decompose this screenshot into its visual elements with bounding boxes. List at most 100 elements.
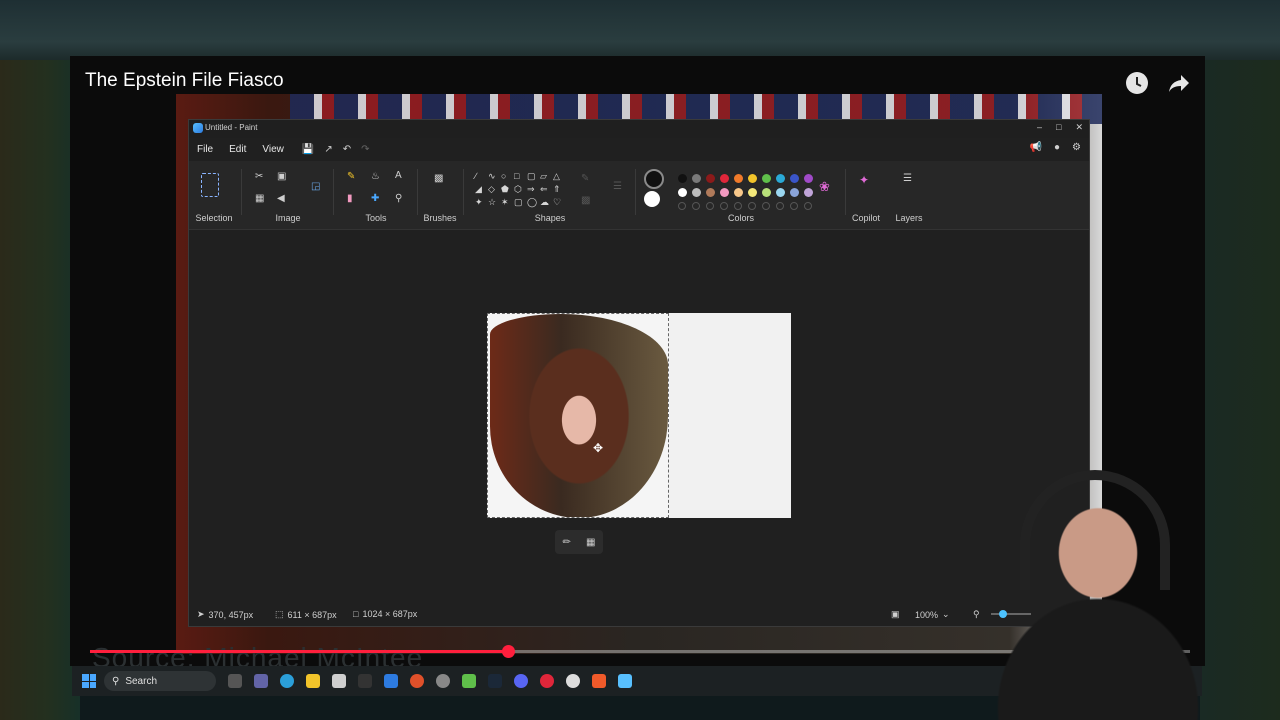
clock-icon[interactable] — [1124, 70, 1150, 96]
app-icon[interactable] — [410, 674, 424, 688]
teams-icon[interactable] — [254, 674, 268, 688]
selection-group[interactable]: Selection — [189, 169, 239, 225]
windows-start-icon[interactable] — [82, 674, 96, 688]
color-swatch[interactable] — [733, 173, 743, 183]
callout-cloud-shape-icon[interactable]: ☁ — [540, 197, 553, 210]
six-star-shape-icon[interactable]: ✶ — [501, 197, 514, 210]
brush-icon[interactable]: ▩ — [434, 173, 443, 184]
app-icon[interactable] — [384, 674, 398, 688]
size-icon[interactable]: ☰ — [613, 181, 622, 192]
heart-shape-icon[interactable]: ♡ — [553, 197, 566, 210]
copilot-group[interactable]: ✦ Copilot — [847, 169, 885, 225]
custom-color-slot[interactable] — [720, 202, 728, 210]
remove-background-icon[interactable]: ✏ — [563, 537, 571, 548]
outline-icon[interactable]: ✎ — [581, 173, 589, 184]
color-swatch[interactable] — [705, 173, 715, 183]
color-swatch[interactable] — [705, 187, 715, 197]
crop-icon[interactable]: ✂ — [255, 171, 263, 182]
task-view-icon[interactable] — [228, 674, 242, 688]
rounded-rect-shape-icon[interactable]: ▢ — [527, 171, 540, 184]
right-triangle-shape-icon[interactable]: ◢ — [475, 184, 488, 197]
share-icon[interactable] — [1166, 70, 1192, 96]
color-swatch[interactable] — [747, 173, 757, 183]
polygon-shape-icon[interactable]: ▱ — [540, 171, 553, 184]
brave-icon[interactable] — [592, 674, 606, 688]
color-swatch[interactable] — [761, 173, 771, 183]
minimize-icon[interactable]: – — [1037, 122, 1042, 133]
chrome-icon[interactable] — [566, 674, 580, 688]
selection-box[interactable]: ✥ — [487, 313, 669, 518]
color-picker-icon[interactable]: ✚ — [371, 193, 379, 204]
file-explorer-icon[interactable] — [306, 674, 320, 688]
rectangle-shape-icon[interactable]: □ — [514, 171, 527, 184]
custom-color-slot[interactable] — [678, 202, 686, 210]
settings-gear-icon[interactable]: ⚙ — [1072, 142, 1081, 153]
resize-icon[interactable]: ▣ — [277, 171, 286, 182]
share-file-icon[interactable]: ↗ — [324, 144, 332, 155]
xbox-icon[interactable] — [462, 674, 476, 688]
custom-color-slot[interactable] — [776, 202, 784, 210]
custom-color-slot[interactable] — [706, 202, 714, 210]
layers-icon[interactable]: ☰ — [903, 173, 912, 184]
edit-colors-icon[interactable]: ❀ — [819, 179, 830, 195]
arrow-up-shape-icon[interactable]: ⇑ — [553, 184, 566, 197]
epic-games-icon[interactable] — [358, 674, 372, 688]
account-icon[interactable]: ● — [1054, 142, 1060, 153]
title-bar[interactable]: Untitled - Paint – □ ✕ — [189, 120, 1089, 138]
menu-edit[interactable]: Edit — [221, 144, 254, 155]
five-star-shape-icon[interactable]: ☆ — [488, 197, 501, 210]
close-icon[interactable]: ✕ — [1075, 122, 1083, 133]
color-swatch[interactable] — [691, 187, 701, 197]
color-swatch[interactable] — [761, 187, 771, 197]
fit-to-window-icon[interactable]: ▣ — [891, 609, 900, 620]
shapes-gallery[interactable]: ∕ ∿ ○ □ ▢ ▱ △ ◢ ◇ ⬟ ⬡ ⇒ ⇐ ⇑ ✦ ☆ ✶ ▢ ◯ ☁ — [475, 171, 566, 210]
arrow-left-shape-icon[interactable]: ⇐ — [540, 184, 553, 197]
brushes-group[interactable]: ▩ Brushes — [421, 169, 459, 225]
image-creator-icon[interactable]: ◲ — [311, 181, 320, 192]
color-swatch[interactable] — [789, 187, 799, 197]
secondary-color-swatch[interactable] — [644, 191, 660, 207]
custom-color-slot[interactable] — [804, 202, 812, 210]
canvas[interactable]: ✥ — [487, 313, 791, 518]
color-swatch[interactable] — [775, 173, 785, 183]
color-swatch[interactable] — [789, 173, 799, 183]
custom-color-slot[interactable] — [748, 202, 756, 210]
callout-rect-shape-icon[interactable]: ▢ — [514, 197, 527, 210]
magnifier-icon[interactable]: ⚲ — [395, 193, 402, 204]
color-swatch[interactable] — [677, 173, 687, 183]
save-icon[interactable]: 💾 — [302, 144, 314, 155]
oval-shape-icon[interactable]: ○ — [501, 171, 514, 184]
rotate-icon[interactable]: ◀ — [277, 193, 285, 204]
layers-group[interactable]: ☰ Layers — [889, 169, 929, 225]
callout-oval-shape-icon[interactable]: ◯ — [527, 197, 540, 210]
curve-shape-icon[interactable]: ∿ — [488, 171, 501, 184]
color-swatch[interactable] — [747, 187, 757, 197]
edge-icon[interactable] — [280, 674, 294, 688]
color-swatch[interactable] — [775, 187, 785, 197]
color-swatch[interactable] — [803, 187, 813, 197]
color-swatch[interactable] — [719, 173, 729, 183]
diamond-shape-icon[interactable]: ◇ — [488, 184, 501, 197]
media-player-icon[interactable] — [540, 674, 554, 688]
color-swatch[interactable] — [691, 173, 701, 183]
custom-color-slot[interactable] — [790, 202, 798, 210]
video-progress-handle[interactable] — [502, 645, 515, 658]
custom-color-slot[interactable] — [692, 202, 700, 210]
custom-color-slot[interactable] — [734, 202, 742, 210]
copilot-icon[interactable]: ✦ — [859, 173, 869, 187]
menu-file[interactable]: File — [189, 144, 221, 155]
steam-icon[interactable] — [488, 674, 502, 688]
text-tool-icon[interactable]: A — [395, 170, 402, 181]
remove-background-icon[interactable]: ▦ — [255, 193, 264, 204]
app-icon[interactable] — [436, 674, 450, 688]
color-swatch[interactable] — [677, 187, 687, 197]
taskbar-search[interactable]: ⚲ Search — [104, 671, 216, 691]
redo-icon[interactable]: ↷ — [361, 144, 369, 155]
eraser-icon[interactable]: ▮ — [347, 193, 353, 204]
color-swatch[interactable] — [719, 187, 729, 197]
discord-icon[interactable] — [514, 674, 528, 688]
color-swatch[interactable] — [803, 173, 813, 183]
color-swatch[interactable] — [733, 187, 743, 197]
four-star-shape-icon[interactable]: ✦ — [475, 197, 488, 210]
custom-color-slot[interactable] — [762, 202, 770, 210]
